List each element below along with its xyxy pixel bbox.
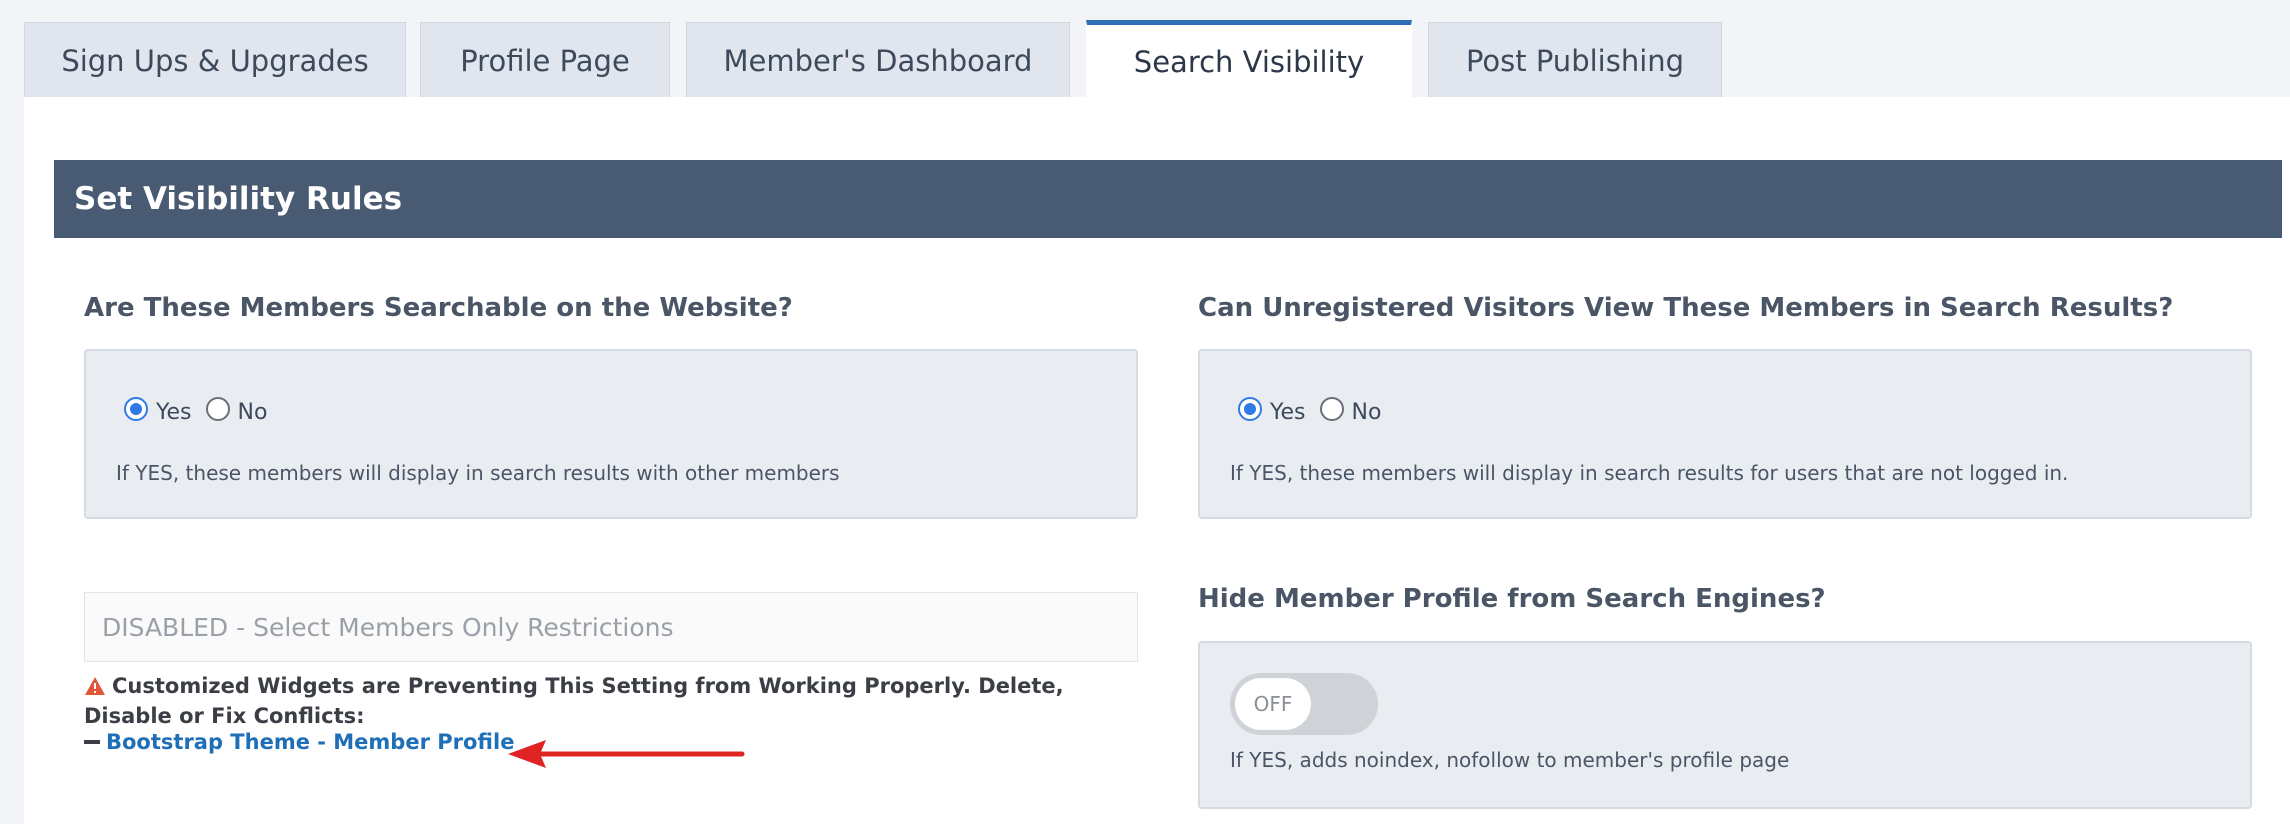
searchable-question: Are These Members Searchable on the Webs… [84, 293, 793, 323]
toggle-label: OFF [1253, 692, 1293, 716]
unregistered-no-radio[interactable] [1319, 396, 1344, 421]
widget-conflict-warning: Customized Widgets are Preventing This S… [84, 671, 1144, 731]
hide-profile-question: Hide Member Profile from Search Engines? [1198, 584, 1826, 614]
unregistered-question: Can Unregistered Visitors View These Mem… [1198, 293, 2174, 323]
conflict-widget-link[interactable]: Bootstrap Theme - Member Profile [106, 730, 514, 754]
searchable-no-radio[interactable] [205, 396, 230, 421]
searchable-no-label: No [237, 400, 268, 425]
unregistered-no-label: No [1351, 400, 1382, 425]
tab-members-dashboard[interactable]: Member's Dashboard [686, 22, 1070, 98]
red-arrow-icon [508, 740, 745, 768]
tab-profile-page[interactable]: Profile Page [420, 22, 670, 98]
hide-profile-help-text: If YES, adds noindex, nofollow to member… [1230, 748, 1790, 772]
toggle-knob: OFF [1235, 678, 1311, 730]
searchable-radio-group: Yes No [124, 396, 281, 425]
tab-post-publishing[interactable]: Post Publishing [1428, 22, 1722, 98]
unregistered-help-text: If YES, these members will display in se… [1230, 461, 2069, 485]
tab-search-visibility[interactable]: Search Visibility [1086, 20, 1412, 98]
warning-text: Customized Widgets are Preventing This S… [84, 674, 1064, 728]
searchable-box: Yes No If YES, these members will displa… [84, 349, 1138, 519]
unregistered-yes-radio[interactable] [1238, 396, 1262, 421]
warning-icon [85, 677, 105, 695]
hide-profile-box: OFF If YES, adds noindex, nofollow to me… [1198, 641, 2252, 809]
conflict-item: Bootstrap Theme - Member Profile [84, 730, 514, 754]
members-only-restrictions-select: DISABLED - Select Members Only Restricti… [84, 592, 1138, 662]
unregistered-radio-group: Yes No [1238, 396, 1395, 425]
tab-sign-ups-upgrades[interactable]: Sign Ups & Upgrades [24, 22, 406, 98]
searchable-yes-label: Yes [156, 400, 192, 425]
section-header: Set Visibility Rules [54, 160, 2282, 238]
main-panel: Set Visibility Rules Are These Members S… [24, 97, 2290, 824]
disabled-select-text: DISABLED - Select Members Only Restricti… [102, 612, 674, 642]
dash-icon [84, 740, 100, 744]
unregistered-yes-label: Yes [1270, 400, 1306, 425]
searchable-yes-radio[interactable] [124, 396, 148, 421]
section-title: Set Visibility Rules [74, 181, 403, 217]
searchable-help-text: If YES, these members will display in se… [116, 461, 840, 485]
unregistered-box: Yes No If YES, these members will displa… [1198, 349, 2252, 519]
hide-profile-toggle[interactable]: OFF [1230, 673, 1378, 735]
